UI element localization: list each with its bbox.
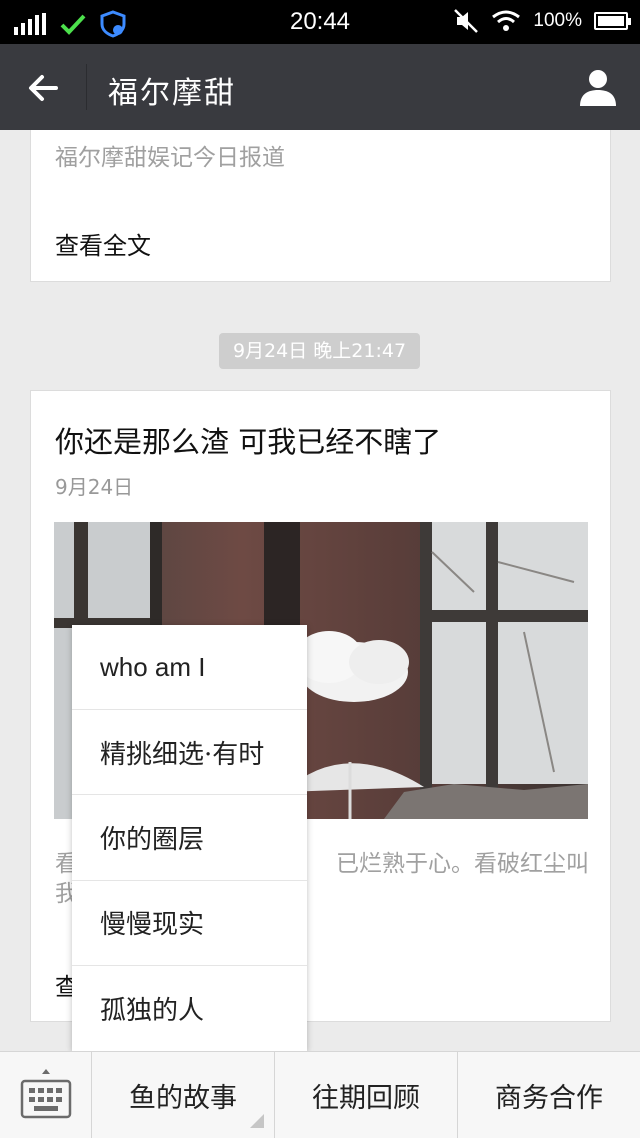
menu-label: 商务合作 bbox=[495, 1082, 603, 1114]
wifi-icon bbox=[492, 10, 521, 31]
keyboard-toggle-button[interactable] bbox=[0, 1052, 92, 1138]
person-icon[interactable] bbox=[576, 66, 620, 110]
mute-icon bbox=[454, 9, 479, 33]
battery-percent: 100% bbox=[533, 10, 582, 31]
submenu-item-selected[interactable]: 精挑细选·有时 bbox=[72, 710, 307, 796]
submenu-item-slow-reality[interactable]: 慢慢现实 bbox=[72, 881, 307, 966]
menu-past-review[interactable]: 往期回顾 bbox=[275, 1052, 458, 1138]
read-full-text-link[interactable]: 查看全文 bbox=[55, 226, 151, 261]
submenu-indicator-icon bbox=[250, 1114, 264, 1128]
battery-icon bbox=[594, 12, 631, 30]
menu-label: 往期回顾 bbox=[312, 1082, 420, 1114]
status-bar: 20:44 100% bbox=[0, 0, 640, 44]
article-date: 9月24日 bbox=[55, 475, 134, 499]
header-divider bbox=[86, 64, 87, 110]
submenu-item-your-circle[interactable]: 你的圈层 bbox=[72, 795, 307, 881]
status-right-icons: 100% bbox=[453, 8, 631, 34]
menu-business[interactable]: 商务合作 bbox=[458, 1052, 640, 1138]
message-card[interactable]: 福尔摩甜娱记今日报道 查看全文 bbox=[30, 130, 611, 282]
keyboard-icon bbox=[20, 1069, 72, 1119]
submenu-popup: who am I 精挑细选·有时 你的圈层 慢慢现实 孤独的人 bbox=[72, 625, 307, 1051]
submenu-item-who-am-i[interactable]: who am I bbox=[72, 625, 307, 711]
summary-fragment-right: 已烂熟于心。看破红尘叫 bbox=[336, 851, 589, 877]
menu-label: 鱼的故事 bbox=[129, 1082, 237, 1114]
timestamp-badge: 9月24日 晚上21:47 bbox=[219, 333, 420, 369]
menu-fish-story[interactable]: 鱼的故事 bbox=[92, 1052, 275, 1138]
top-app-bar: 福尔摩甜 bbox=[0, 44, 640, 130]
article-title: 你还是那么渣 可我已经不瞎了 bbox=[55, 425, 442, 459]
bottom-menu-bar: 鱼的故事 往期回顾 商务合作 bbox=[0, 1051, 640, 1138]
page-title: 福尔摩甜 bbox=[108, 76, 236, 111]
back-arrow-icon[interactable] bbox=[22, 66, 66, 110]
submenu-item-lonely-people[interactable]: 孤独的人 bbox=[72, 966, 307, 1051]
message-summary: 福尔摩甜娱记今日报道 bbox=[55, 145, 285, 171]
